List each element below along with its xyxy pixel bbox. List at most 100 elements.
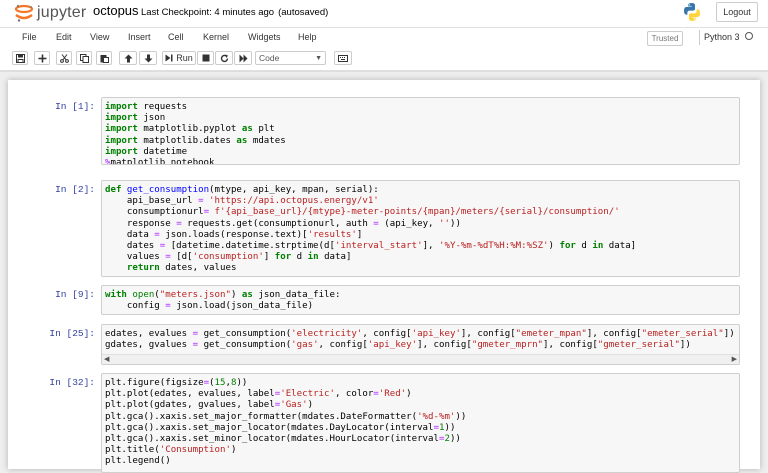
code-line[interactable]: import matplotlib.pyplot as plt <box>105 124 739 135</box>
code-line[interactable]: consumptionurl= f'{api_base_url}/{mtype}… <box>105 207 739 218</box>
cell-type-select[interactable]: Code ▼ <box>255 51 326 65</box>
run-button[interactable]: Run <box>162 51 196 65</box>
menu-view[interactable]: View <box>90 32 109 42</box>
cell-type-value: Code <box>259 53 280 63</box>
keyboard-icon <box>338 54 348 62</box>
copy-button[interactable] <box>76 51 92 65</box>
menubar: File Edit View Insert Cell Kernel Widget… <box>0 27 768 49</box>
paste-icon <box>100 54 109 63</box>
code-line[interactable]: import matplotlib.dates as mdates <box>105 136 739 147</box>
jupyter-logo[interactable]: jupyter <box>14 3 86 23</box>
code-text[interactable]: with open("meters.json") as json_data_fi… <box>102 286 739 312</box>
code-line[interactable]: import datetime <box>105 147 739 158</box>
code-line[interactable]: plt.gca().xaxis.set_minor_locator(mdates… <box>105 434 739 445</box>
copy-icon <box>79 53 89 63</box>
code-text[interactable]: def get_consumption(mtype, api_key, mpan… <box>102 181 739 275</box>
code-line[interactable]: import json <box>105 113 739 124</box>
code-line[interactable]: plt.legend() <box>105 456 739 467</box>
menu-kernel[interactable]: Kernel <box>203 32 229 42</box>
code-editor[interactable]: edates, evalues = get_consumption('elect… <box>101 324 740 365</box>
save-button[interactable] <box>12 51 28 65</box>
code-editor[interactable]: def get_consumption(mtype, api_key, mpan… <box>101 180 740 277</box>
input-prompt: In [2]: <box>55 184 95 195</box>
kernel-status-icon <box>745 32 753 40</box>
code-line[interactable]: dates = [datetime.datetime.strptime(d['i… <box>105 241 739 252</box>
code-line[interactable]: gdates, gvalues = get_consumption('gas',… <box>105 340 739 351</box>
code-line[interactable]: data = json.loads(response.text)['result… <box>105 230 739 241</box>
run-label: Run <box>176 53 193 63</box>
code-line[interactable]: api_base_url = 'https://api.octopus.ener… <box>105 196 739 207</box>
interrupt-button[interactable] <box>197 51 214 65</box>
code-cell[interactable]: In [1]: import requests import json import… <box>8 97 760 165</box>
code-line[interactable]: response = requests.get(consumptionurl, … <box>105 219 739 230</box>
python-logo-icon <box>682 2 702 24</box>
menu-help[interactable]: Help <box>298 32 317 42</box>
code-text[interactable]: edates, evalues = get_consumption('elect… <box>102 325 739 351</box>
code-line[interactable]: plt.title('Consumption') <box>105 445 739 456</box>
dropdown-caret-icon: ▼ <box>315 55 322 62</box>
scroll-left-icon[interactable]: ◀ <box>104 355 109 363</box>
insert-cell-button[interactable] <box>34 51 50 65</box>
code-line[interactable]: plt.gca().xaxis.set_major_locator(mdates… <box>105 423 739 434</box>
restart-run-all-button[interactable] <box>234 51 252 65</box>
command-palette-button[interactable] <box>334 51 352 65</box>
move-down-button[interactable] <box>139 51 157 65</box>
paste-button[interactable] <box>96 51 112 65</box>
input-prompt: In [1]: <box>55 101 95 112</box>
arrow-down-icon <box>144 54 152 62</box>
code-cell[interactable]: In [25]: edates, evalues = get_consumpti… <box>8 324 760 365</box>
horizontal-scrollbar[interactable]: ◀ ▶ <box>102 354 739 364</box>
toolbar: Run Code ▼ <box>0 48 768 71</box>
arrow-up-icon <box>124 54 132 62</box>
code-line[interactable]: values = [d['consumption'] for d in data… <box>105 252 739 263</box>
code-cell[interactable]: In [32]: plt.figure(figsize=(15,8)) plt.p… <box>8 373 760 473</box>
code-line[interactable]: import requests <box>105 102 739 113</box>
scissors-icon <box>59 53 69 63</box>
plus-icon <box>38 54 46 62</box>
notebook-container: In [1]: import requests import json import… <box>8 80 760 473</box>
code-line[interactable]: def get_consumption(mtype, api_key, mpan… <box>105 185 739 196</box>
code-editor[interactable]: plt.figure(figsize=(15,8)) plt.plot(edate… <box>101 373 740 473</box>
menu-file[interactable]: File <box>22 32 37 42</box>
code-line[interactable]: plt.figure(figsize=(15,8)) <box>105 378 739 389</box>
code-text[interactable]: import requests import json import matplot… <box>102 98 739 164</box>
input-prompt: In [32]: <box>49 377 95 388</box>
code-cell[interactable]: In [2]: def get_consumption(mtype, api_k… <box>8 180 760 277</box>
cut-button[interactable] <box>56 51 72 65</box>
jupyter-logo-text: jupyter <box>37 4 87 21</box>
logout-button[interactable]: Logout <box>716 2 758 22</box>
code-line[interactable]: config = json.load(json_data_file) <box>105 301 739 312</box>
autosave-status: (autosaved) <box>278 7 329 18</box>
code-cell[interactable]: In [9]: with open("meters.json") as json… <box>8 285 760 315</box>
fast-forward-icon <box>239 54 247 62</box>
notebook-name[interactable]: octopus <box>93 3 139 18</box>
restart-button[interactable] <box>215 51 233 65</box>
code-line[interactable]: with open("meters.json") as json_data_fi… <box>105 290 739 301</box>
save-icon <box>15 53 25 63</box>
input-prompt: In [9]: <box>55 289 95 300</box>
kernel-separator <box>699 30 700 45</box>
code-line[interactable]: return dates, values <box>105 263 739 274</box>
code-line[interactable]: plt.gca().xaxis.set_major_formatter(mdat… <box>105 412 739 423</box>
toolbar-divider <box>0 71 768 72</box>
jupyter-logo-icon <box>14 4 34 22</box>
code-line[interactable]: plt.plot(gdates, gvalues, label='Gas') <box>105 400 739 411</box>
code-text[interactable]: plt.figure(figsize=(15,8)) plt.plot(edate… <box>102 374 739 468</box>
trusted-indicator[interactable]: Trusted <box>647 31 683 46</box>
code-editor[interactable]: import requests import json import matplot… <box>101 97 740 165</box>
code-editor[interactable]: with open("meters.json") as json_data_fi… <box>101 285 740 315</box>
code-line[interactable]: %matplotlib notebook <box>105 158 739 164</box>
checkpoint-text: Last Checkpoint: 4 minutes ago <box>141 7 275 18</box>
menu-edit[interactable]: Edit <box>56 32 72 42</box>
move-up-button[interactable] <box>119 51 137 65</box>
code-line[interactable]: plt.plot(edates, evalues, label='Electri… <box>105 389 739 400</box>
menu-insert[interactable]: Insert <box>128 32 151 42</box>
scroll-right-icon[interactable]: ▶ <box>732 355 737 363</box>
menu-cell[interactable]: Cell <box>168 32 184 42</box>
restart-icon <box>220 54 228 62</box>
kernel-name[interactable]: Python 3 <box>704 32 740 42</box>
menu-widgets[interactable]: Widgets <box>248 32 281 42</box>
input-prompt: In [25]: <box>49 328 95 339</box>
code-line[interactable]: edates, evalues = get_consumption('elect… <box>105 329 739 340</box>
notebook-header: jupyter octopus Last Checkpoint: 4 minut… <box>0 0 768 27</box>
